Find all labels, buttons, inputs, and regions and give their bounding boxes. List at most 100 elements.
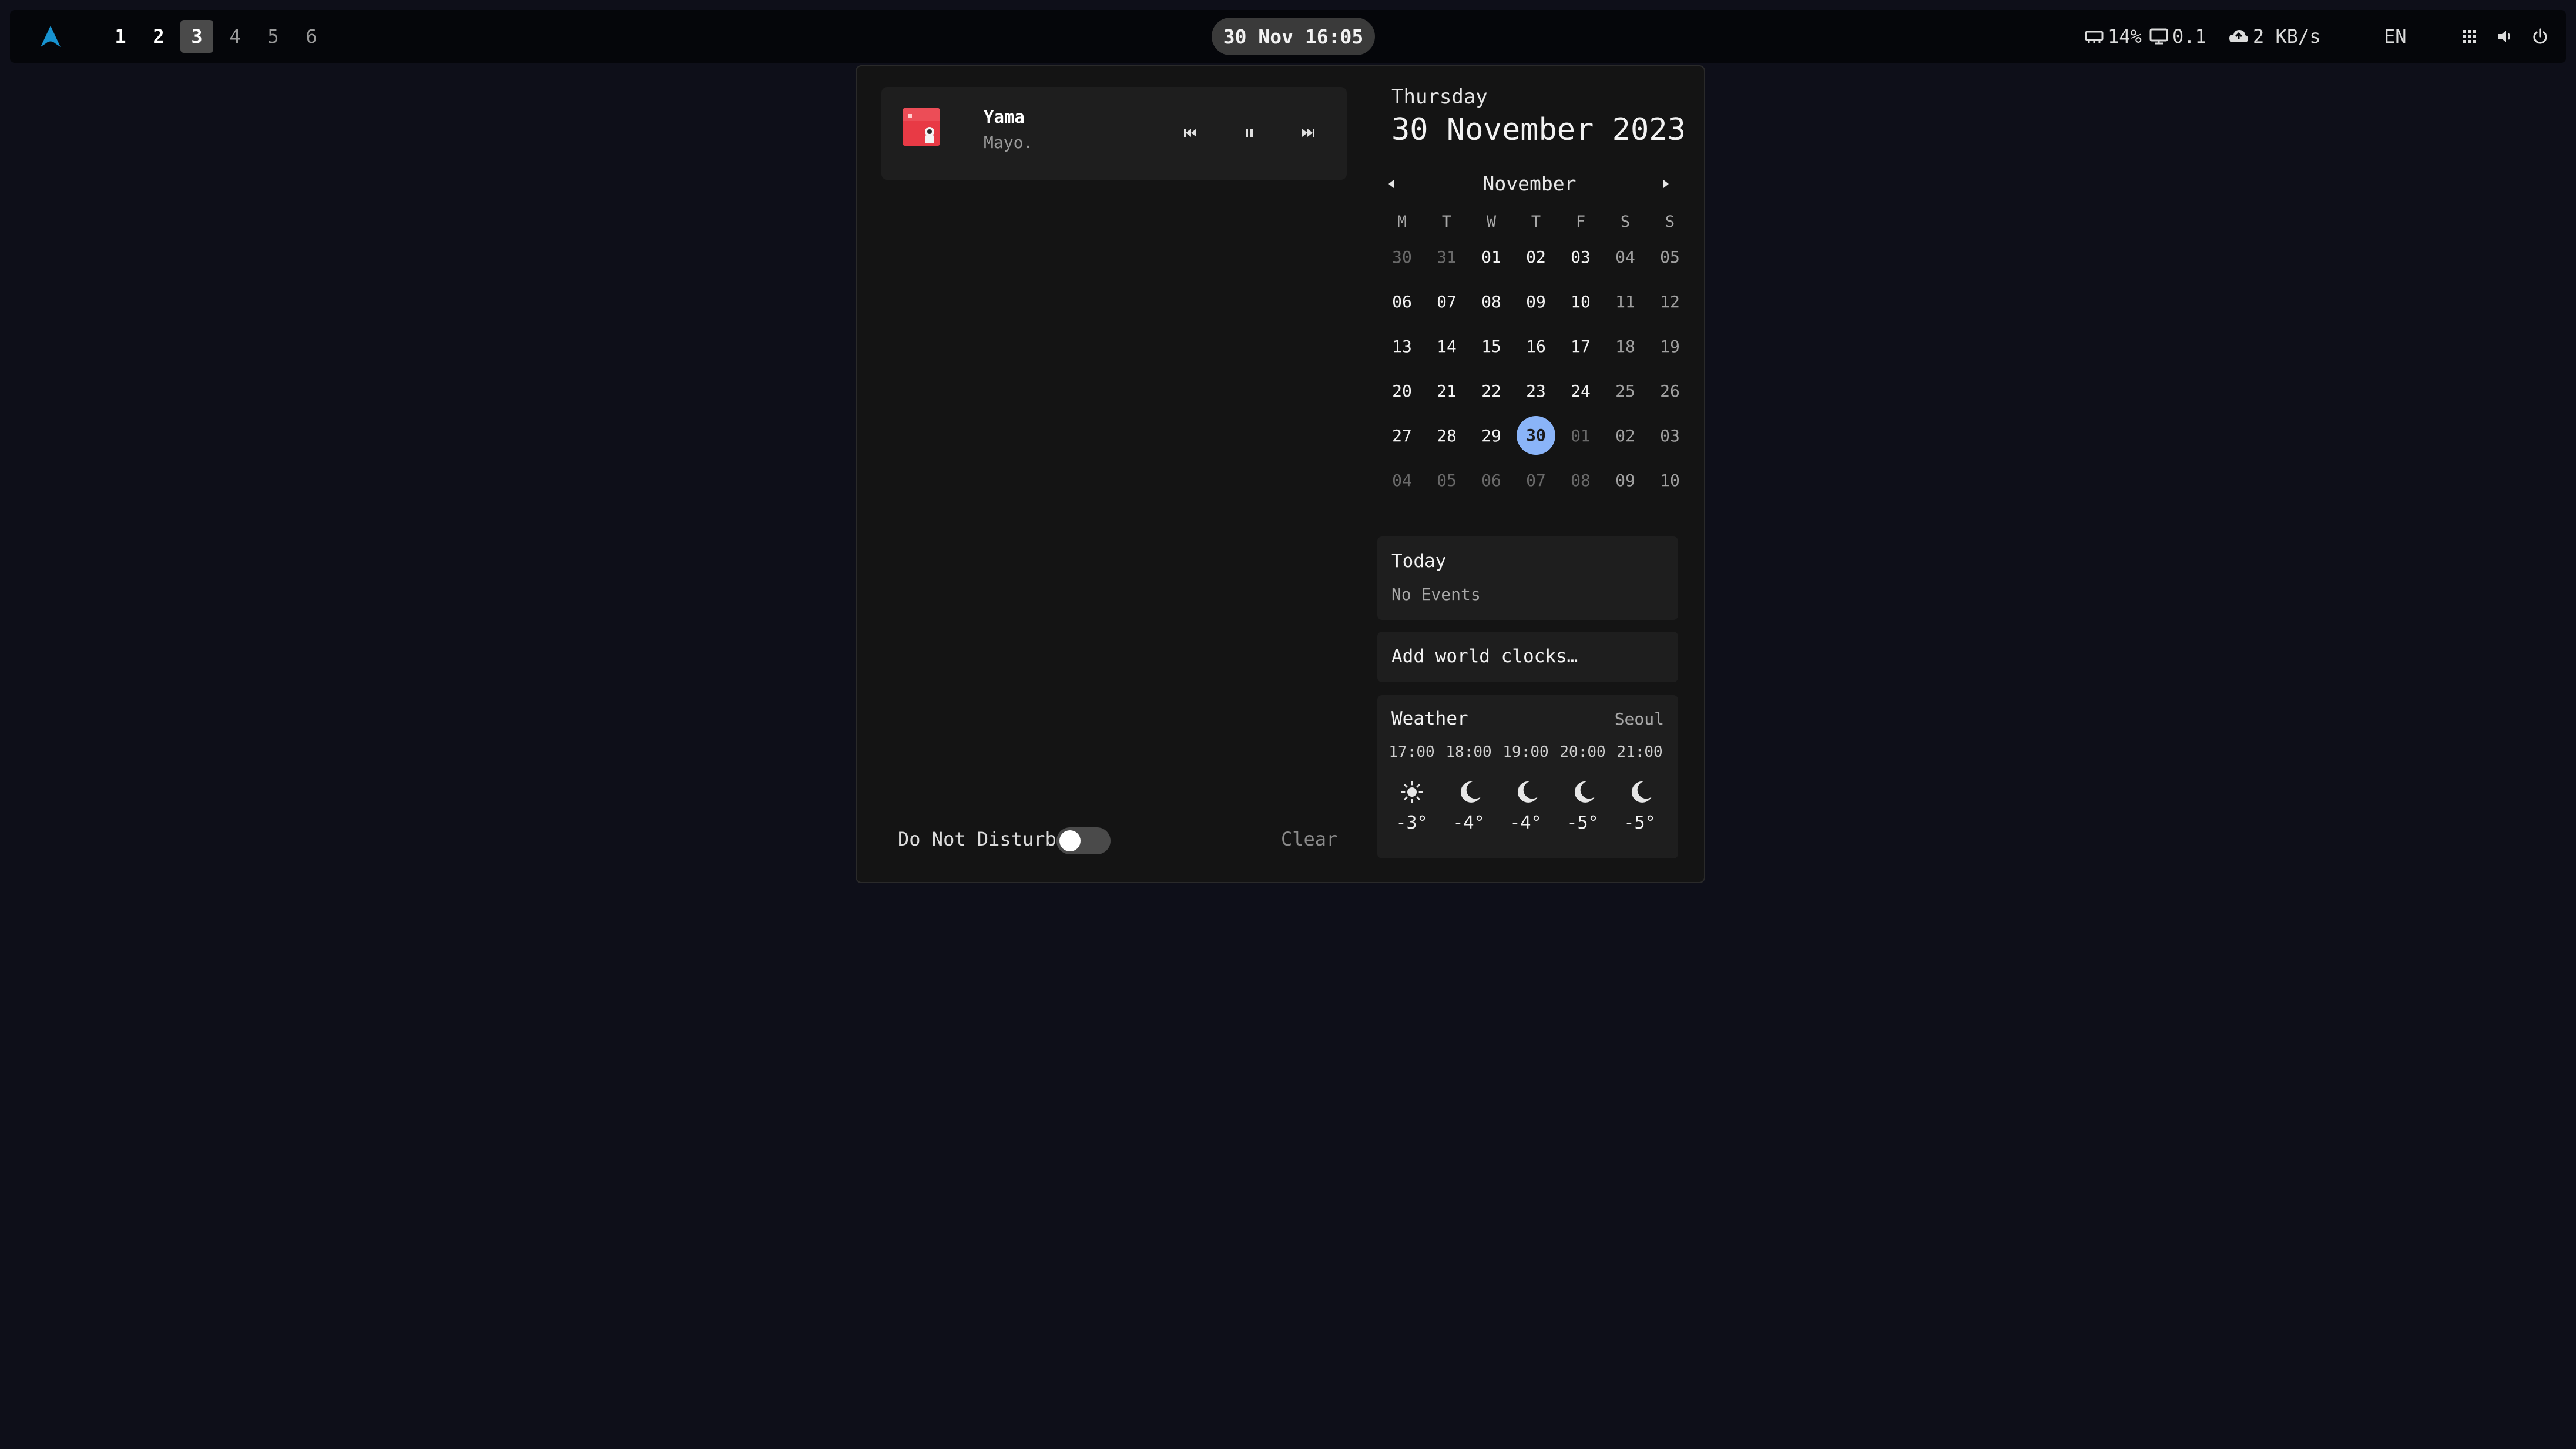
calendar-day-number: 09 — [1526, 291, 1546, 311]
calendar-day-number: 25 — [1615, 381, 1635, 401]
forecast-icon-wrap — [1554, 772, 1611, 813]
calendar-day[interactable]: 29 — [1469, 426, 1514, 445]
workspace-2[interactable]: 2 — [142, 20, 175, 53]
calendar-day[interactable]: 31 — [1424, 247, 1469, 267]
calendar-day[interactable]: 26 — [1648, 381, 1692, 401]
workspace-6[interactable]: 6 — [295, 20, 328, 53]
calendar-day-number: 01 — [1481, 247, 1501, 267]
calendar-day[interactable]: 02 — [1514, 247, 1558, 267]
forecast-time: 19:00 — [1502, 743, 1549, 761]
monitor-icon — [2149, 28, 2168, 45]
calendar-day[interactable]: 03 — [1648, 426, 1692, 445]
calendar-day[interactable]: 04 — [1380, 471, 1424, 490]
calendar-day[interactable]: 01 — [1469, 247, 1514, 267]
calendar-day[interactable]: 21 — [1424, 381, 1469, 401]
calendar-day[interactable]: 22 — [1469, 381, 1514, 401]
calendar-day[interactable]: 27 — [1380, 426, 1424, 445]
next-track-button[interactable] — [1296, 121, 1320, 145]
calendar-day-number: 21 — [1437, 381, 1457, 401]
calendar-day[interactable]: 16 — [1514, 337, 1558, 356]
calendar-day[interactable]: 15 — [1469, 337, 1514, 356]
weather-card[interactable]: Weather Seoul 17:00 -3° 18:00 -4° 19:00 -4° 20… — [1377, 695, 1678, 858]
weather-city: Seoul — [1614, 709, 1664, 729]
calendar-day[interactable]: 08 — [1558, 471, 1603, 490]
power-icon[interactable] — [2530, 26, 2551, 47]
calendar-day-number: 12 — [1660, 291, 1680, 311]
calendar-day-today[interactable]: 30 — [1514, 416, 1558, 455]
clear-notifications-button[interactable]: Clear — [1281, 828, 1337, 850]
calendar-day-number: 01 — [1571, 425, 1591, 445]
calendar-day[interactable]: 02 — [1603, 426, 1648, 445]
workspace-5[interactable]: 5 — [257, 20, 290, 53]
calendar-day[interactable]: 12 — [1648, 292, 1692, 311]
calendar-day[interactable]: 08 — [1469, 292, 1514, 311]
calendar-day-number: 10 — [1571, 291, 1591, 311]
add-world-clocks-button[interactable]: Add world clocks… — [1377, 632, 1678, 682]
calendar-day-number: 29 — [1481, 425, 1501, 445]
cpu-indicator[interactable]: 0.1 — [2149, 23, 2206, 50]
forecast-icon-wrap — [1383, 772, 1440, 813]
next-month-icon[interactable] — [1657, 175, 1675, 193]
previous-track-button[interactable] — [1179, 121, 1202, 145]
calendar-day[interactable]: 13 — [1380, 337, 1424, 356]
calendar-day-number: 02 — [1615, 425, 1635, 445]
calendar-day[interactable]: 03 — [1558, 247, 1603, 267]
calendar-day[interactable]: 10 — [1558, 292, 1603, 311]
calendar-day[interactable]: 25 — [1603, 381, 1648, 401]
apps-grid-icon[interactable] — [2459, 26, 2480, 47]
album-art — [903, 108, 940, 146]
calendar-day-number: 06 — [1392, 291, 1412, 311]
calendar-day-number: 30 — [1392, 247, 1412, 267]
calendar-day[interactable]: 07 — [1514, 471, 1558, 490]
clock-button[interactable]: 30 Nov 16:05 — [1212, 18, 1375, 55]
calendar-day-number: 13 — [1392, 336, 1412, 356]
workspace-4[interactable]: 4 — [219, 20, 251, 53]
calendar-day-number: 24 — [1571, 381, 1591, 401]
do-not-disturb-toggle[interactable] — [1056, 827, 1111, 854]
previous-month-icon[interactable] — [1383, 175, 1400, 193]
calendar-day[interactable]: 04 — [1603, 247, 1648, 267]
calendar-day[interactable]: 30 — [1380, 247, 1424, 267]
weekday-header: MTWTFSS — [1380, 209, 1693, 234]
calendar-day[interactable]: 19 — [1648, 337, 1692, 356]
calendar-day-number: 15 — [1481, 336, 1501, 356]
calendar-day[interactable]: 09 — [1603, 471, 1648, 490]
memory-value: 14% — [2108, 25, 2142, 48]
volume-icon[interactable] — [2494, 26, 2515, 47]
calendar-day[interactable]: 05 — [1648, 247, 1692, 267]
network-indicator[interactable]: 2 KB/s — [2228, 23, 2321, 50]
memory-indicator[interactable]: 14% — [2084, 23, 2142, 50]
weekday-label: W — [1486, 212, 1497, 231]
calendar-day-number: 26 — [1660, 381, 1680, 401]
calendar-day[interactable]: 20 — [1380, 381, 1424, 401]
previous-track-icon — [1184, 129, 1196, 137]
pause-icon — [1246, 129, 1253, 137]
calendar-day[interactable]: 18 — [1603, 337, 1648, 356]
calendar-day[interactable]: 01 — [1558, 426, 1603, 445]
calendar-day[interactable]: 11 — [1603, 292, 1648, 311]
forecast-hour: 20:00 -5° — [1554, 743, 1611, 833]
calendar-day-number: 09 — [1615, 470, 1635, 490]
arch-logo-icon[interactable] — [38, 24, 63, 49]
language-indicator[interactable]: EN — [2384, 23, 2407, 50]
calendar-day[interactable]: 06 — [1380, 292, 1424, 311]
calendar-day[interactable]: 17 — [1558, 337, 1603, 356]
network-value: 2 KB/s — [2253, 25, 2321, 48]
calendar-day[interactable]: 07 — [1424, 292, 1469, 311]
calendar-day[interactable]: 06 — [1469, 471, 1514, 490]
calendar-day[interactable]: 28 — [1424, 426, 1469, 445]
calendar-day[interactable]: 09 — [1514, 292, 1558, 311]
calendar-day[interactable]: 23 — [1514, 381, 1558, 401]
workspace-1[interactable]: 1 — [104, 20, 137, 53]
calendar-day[interactable]: 10 — [1648, 471, 1692, 490]
pause-button[interactable] — [1237, 121, 1261, 145]
calendar-week: 04 05 06 07 08 09 10 — [1380, 458, 1693, 502]
calendar-day[interactable]: 14 — [1424, 337, 1469, 356]
workspace-3[interactable]: 3 — [180, 20, 213, 53]
calendar-day-number: 20 — [1392, 381, 1412, 401]
weather-forecast: 17:00 -3° 18:00 -4° 19:00 -4° 20:00 -5° 21:00 -5° — [1383, 743, 1668, 833]
calendar-week: 30 31 01 02 03 04 05 — [1380, 234, 1693, 279]
calendar-day[interactable]: 05 — [1424, 471, 1469, 490]
calendar-day[interactable]: 24 — [1558, 381, 1603, 401]
events-title: Today — [1391, 551, 1447, 572]
